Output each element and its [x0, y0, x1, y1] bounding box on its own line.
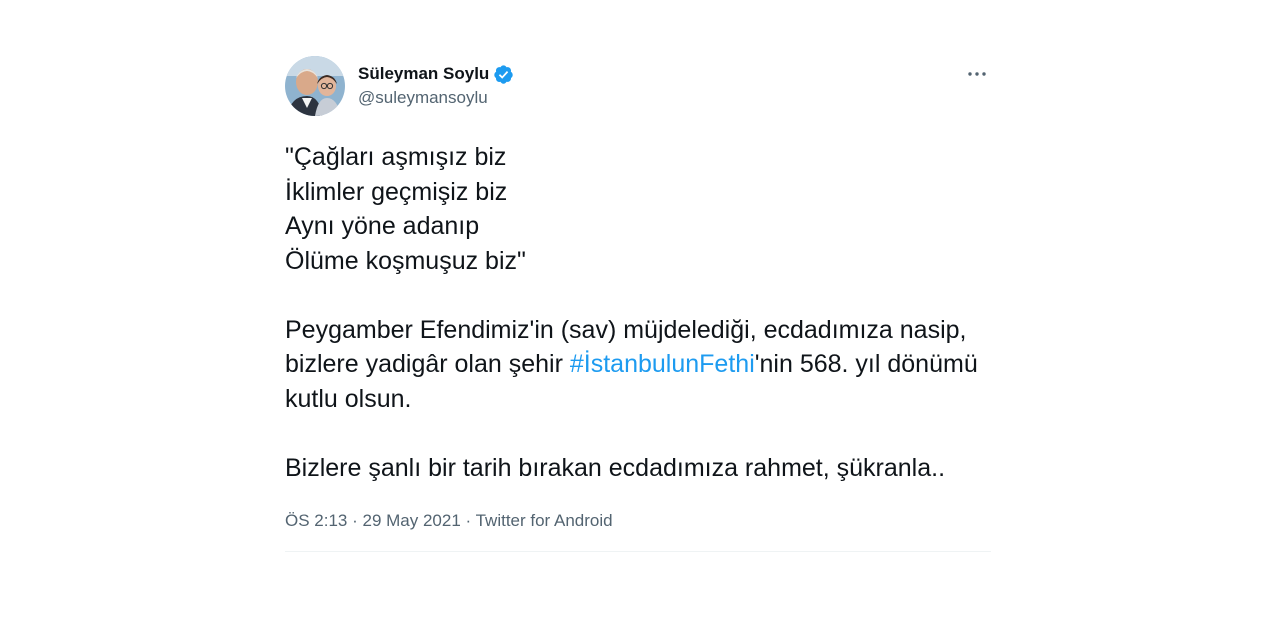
tweet-text: "Çağları aşmışız biz İklimler geçmişiz b…	[285, 140, 991, 485]
tweet-date: 29 May 2021	[362, 511, 461, 530]
profile-photo	[285, 56, 345, 116]
name-row: Süleyman Soylu	[358, 62, 514, 86]
tweet-header: Süleyman Soylu @suleymansoylu	[285, 56, 991, 118]
tweet-paragraph-closing: Bizlere şanlı bir tarih bırakan ecdadımı…	[285, 453, 946, 482]
more-dots-icon[interactable]	[965, 62, 989, 86]
tweet-card: Süleyman Soylu @suleymansoylu "Çağları a…	[285, 56, 991, 552]
tweet-meta: ÖS 2:13 · 29 May 2021 · Twitter for Andr…	[285, 511, 991, 533]
tweet-paragraph-poem: "Çağları aşmışız biz İklimler geçmişiz b…	[285, 143, 526, 275]
tweet-paragraph-anniversary: Peygamber Efendimiz'in (sav) müjdelediği…	[285, 316, 978, 413]
tweet-source-link[interactable]: Twitter for Android	[476, 511, 613, 530]
divider	[285, 551, 991, 552]
avatar[interactable]	[285, 56, 345, 116]
verified-badge-icon	[493, 64, 514, 85]
meta-separator: ·	[460, 511, 476, 530]
meta-separator: ·	[347, 511, 363, 530]
tweet-time: ÖS 2:13	[285, 511, 348, 530]
user-names: Süleyman Soylu @suleymansoylu	[358, 62, 514, 108]
user-handle[interactable]: @suleymansoylu	[358, 88, 514, 108]
tweet-time-link[interactable]: ÖS 2:13 · 29 May 2021	[285, 511, 461, 530]
display-name[interactable]: Süleyman Soylu	[358, 64, 489, 84]
hashtag-link[interactable]: #İstanbulunFethi	[570, 350, 755, 378]
